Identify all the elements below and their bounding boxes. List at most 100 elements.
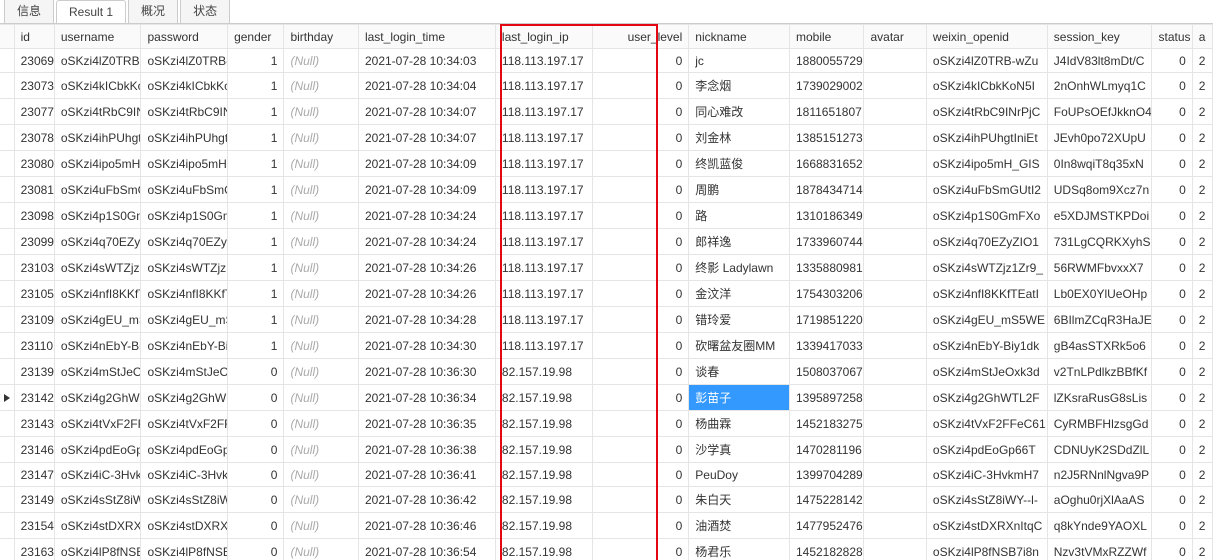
cell-gender[interactable]: 1	[228, 49, 284, 73]
cell-weixin-openid[interactable]: oSKzi4p1S0GmFXo	[926, 203, 1047, 229]
cell-gender[interactable]: 0	[228, 437, 284, 463]
cell-user-level[interactable]: 0	[592, 463, 689, 487]
cell-extra[interactable]: 2	[1192, 203, 1212, 229]
cell-id[interactable]: 23147	[14, 463, 54, 487]
cell-weixin-openid[interactable]: oSKzi4mStJeOxk3d	[926, 359, 1047, 385]
cell-weixin-openid[interactable]: oSKzi4sStZ8iWY--l-	[926, 487, 1047, 513]
cell-mobile[interactable]: 1310186349	[789, 203, 864, 229]
cell-password[interactable]: oSKzi4tRbC9IN	[141, 99, 228, 125]
cell-extra[interactable]: 2	[1192, 49, 1212, 73]
cell-id[interactable]: 23163	[14, 539, 54, 560]
cell-birthday[interactable]: (Null)	[284, 487, 359, 513]
cell-last-login-time[interactable]: 2021-07-28 10:34:28	[358, 307, 495, 333]
cell-id[interactable]: 23105	[14, 281, 54, 307]
table-row[interactable]: 23109oSKzi4gEU_mSoSKzi4gEU_mS1(Null)2021…	[0, 307, 1213, 333]
cell-user-level[interactable]: 0	[592, 487, 689, 513]
cell-mobile[interactable]: 1754303206	[789, 281, 864, 307]
cell-session-key[interactable]: 2nOnhWLmyq1C	[1047, 73, 1152, 99]
cell-gender[interactable]: 0	[228, 539, 284, 560]
cell-session-key[interactable]: UDSq8om9Xcz7n	[1047, 177, 1152, 203]
cell-last-login-ip[interactable]: 118.113.197.17	[495, 151, 592, 177]
cell-id[interactable]: 23143	[14, 411, 54, 437]
col-session-key[interactable]: session_key	[1047, 25, 1152, 49]
cell-user-level[interactable]: 0	[592, 513, 689, 539]
cell-password[interactable]: oSKzi4nfI8KKfT	[141, 281, 228, 307]
col-last-login-time[interactable]: last_login_time	[358, 25, 495, 49]
cell-last-login-ip[interactable]: 118.113.197.17	[495, 177, 592, 203]
tab-1[interactable]: Result 1	[56, 0, 126, 23]
cell-birthday[interactable]: (Null)	[284, 513, 359, 539]
cell-gender[interactable]: 1	[228, 333, 284, 359]
cell-username[interactable]: oSKzi4ipo5mH	[54, 151, 141, 177]
cell-session-key[interactable]: Nzv3tVMxRZZWf	[1047, 539, 1152, 560]
table-row[interactable]: 23077oSKzi4tRbC9INoSKzi4tRbC9IN1(Null)20…	[0, 99, 1213, 125]
cell-password[interactable]: oSKzi4gEU_mS	[141, 307, 228, 333]
cell-birthday[interactable]: (Null)	[284, 177, 359, 203]
cell-avatar[interactable]	[864, 411, 926, 437]
cell-gender[interactable]: 0	[228, 463, 284, 487]
cell-user-level[interactable]: 0	[592, 333, 689, 359]
cell-status[interactable]: 0	[1152, 333, 1192, 359]
cell-status[interactable]: 0	[1152, 385, 1192, 411]
cell-username[interactable]: oSKzi4g2GhW	[54, 385, 141, 411]
cell-username[interactable]: oSKzi4nfI8KKfT	[54, 281, 141, 307]
cell-weixin-openid[interactable]: oSKzi4sWTZjz1Zr9_	[926, 255, 1047, 281]
cell-gender[interactable]: 1	[228, 255, 284, 281]
cell-weixin-openid[interactable]: oSKzi4gEU_mS5WE	[926, 307, 1047, 333]
cell-mobile[interactable]: 1399704289	[789, 463, 864, 487]
cell-extra[interactable]: 2	[1192, 307, 1212, 333]
cell-session-key[interactable]: CDNUyK2SDdZlL	[1047, 437, 1152, 463]
col-mobile[interactable]: mobile	[789, 25, 864, 49]
cell-avatar[interactable]	[864, 99, 926, 125]
col-last-login-ip[interactable]: last_login_ip	[495, 25, 592, 49]
cell-last-login-ip[interactable]: 118.113.197.17	[495, 255, 592, 281]
cell-username[interactable]: oSKzi4ihPUhgt	[54, 125, 141, 151]
cell-gender[interactable]: 1	[228, 73, 284, 99]
table-row[interactable]: 23105oSKzi4nfI8KKfToSKzi4nfI8KKfT1(Null)…	[0, 281, 1213, 307]
cell-last-login-ip[interactable]: 82.157.19.98	[495, 487, 592, 513]
cell-avatar[interactable]	[864, 125, 926, 151]
cell-id[interactable]: 23154	[14, 513, 54, 539]
table-row[interactable]: 23069oSKzi4lZ0TRB-oSKzi4lZ0TRB-1(Null)20…	[0, 49, 1213, 73]
cell-weixin-openid[interactable]: oSKzi4g2GhWTL2F	[926, 385, 1047, 411]
tab-3[interactable]: 状态	[180, 0, 230, 23]
cell-password[interactable]: oSKzi4pdEoGp	[141, 437, 228, 463]
cell-extra[interactable]: 2	[1192, 151, 1212, 177]
cell-session-key[interactable]: FoUPsOEfJkknO4	[1047, 99, 1152, 125]
col-avatar[interactable]: avatar	[864, 25, 926, 49]
cell-avatar[interactable]	[864, 73, 926, 99]
cell-mobile[interactable]: 1878434714	[789, 177, 864, 203]
cell-status[interactable]: 0	[1152, 463, 1192, 487]
cell-username[interactable]: oSKzi4p1S0Gm	[54, 203, 141, 229]
cell-last-login-time[interactable]: 2021-07-28 10:36:38	[358, 437, 495, 463]
table-row[interactable]: 23149oSKzi4sStZ8iWoSKzi4sStZ8iW0(Null)20…	[0, 487, 1213, 513]
cell-nickname[interactable]: 杨曲霖	[689, 411, 790, 437]
cell-user-level[interactable]: 0	[592, 99, 689, 125]
cell-avatar[interactable]	[864, 177, 926, 203]
cell-extra[interactable]: 2	[1192, 411, 1212, 437]
cell-weixin-openid[interactable]: oSKzi4nEbY-Biy1dk	[926, 333, 1047, 359]
col-weixin-openid[interactable]: weixin_openid	[926, 25, 1047, 49]
cell-status[interactable]: 0	[1152, 359, 1192, 385]
cell-birthday[interactable]: (Null)	[284, 539, 359, 560]
cell-user-level[interactable]: 0	[592, 177, 689, 203]
cell-extra[interactable]: 2	[1192, 385, 1212, 411]
cell-weixin-openid[interactable]: oSKzi4stDXRXnItqC	[926, 513, 1047, 539]
cell-id[interactable]: 23103	[14, 255, 54, 281]
cell-last-login-time[interactable]: 2021-07-28 10:36:46	[358, 513, 495, 539]
cell-nickname[interactable]: 同心难改	[689, 99, 790, 125]
table-row[interactable]: 23146oSKzi4pdEoGpoSKzi4pdEoGp0(Null)2021…	[0, 437, 1213, 463]
cell-mobile[interactable]: 1733960744	[789, 229, 864, 255]
cell-password[interactable]: oSKzi4ipo5mH	[141, 151, 228, 177]
cell-status[interactable]: 0	[1152, 539, 1192, 560]
cell-birthday[interactable]: (Null)	[284, 73, 359, 99]
cell-avatar[interactable]	[864, 437, 926, 463]
cell-id[interactable]: 23099	[14, 229, 54, 255]
cell-password[interactable]: oSKzi4ihPUhgt	[141, 125, 228, 151]
cell-session-key[interactable]: 6BIlmZCqR3HaJE	[1047, 307, 1152, 333]
cell-last-login-ip[interactable]: 118.113.197.17	[495, 281, 592, 307]
cell-weixin-openid[interactable]: oSKzi4lZ0TRB-wZu	[926, 49, 1047, 73]
data-grid[interactable]: id username password gender birthday las…	[0, 24, 1213, 560]
cell-mobile[interactable]: 1395897258	[789, 385, 864, 411]
cell-mobile[interactable]: 1880055729	[789, 49, 864, 73]
